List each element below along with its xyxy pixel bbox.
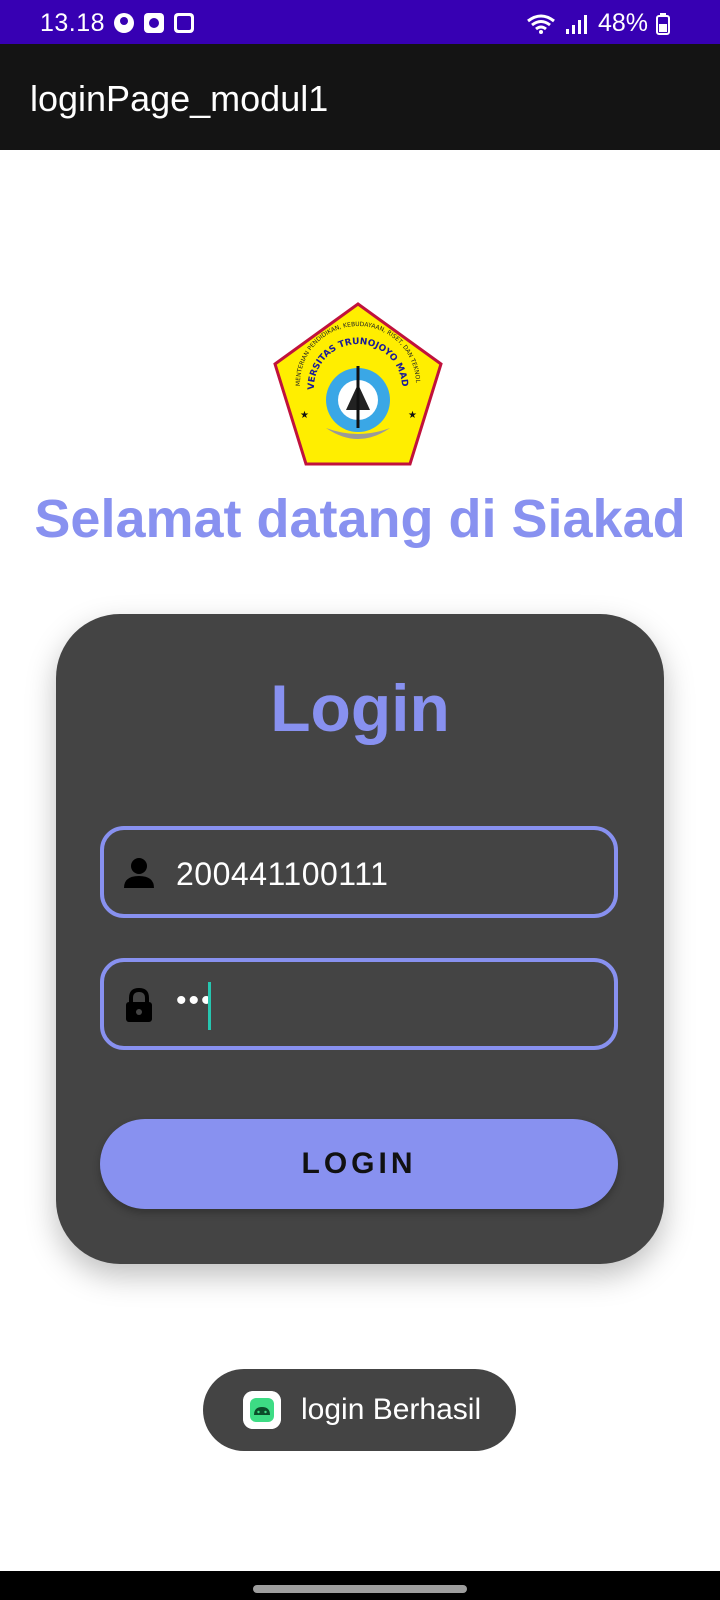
svg-text:★: ★ [408, 410, 417, 421]
battery-percentage: 48% [597, 9, 648, 37]
wifi-icon [527, 14, 555, 34]
person-icon [124, 858, 154, 888]
signal-icon [565, 14, 587, 34]
app-title: loginPage_modul1 [30, 78, 329, 119]
navigation-bar [0, 1571, 720, 1600]
password-field[interactable]: ••• [100, 958, 618, 1050]
university-logo: KEMENTERIAN PENDIDIKAN, KEBUDAYAAN, RISE… [270, 300, 443, 466]
status-time: 13.18 [40, 9, 106, 37]
login-button[interactable]: LOGIN [100, 1119, 618, 1209]
login-card: Login 200441100111 ••• LOGIN [56, 614, 664, 1264]
home-gesture-handle[interactable] [253, 1585, 467, 1593]
battery-icon [656, 12, 670, 35]
android-app-icon [243, 1391, 281, 1429]
status-bar: 13.18 48% [0, 0, 720, 44]
login-title: Login [270, 671, 450, 745]
toast-message: login Berhasil [203, 1369, 516, 1451]
lock-icon [126, 988, 152, 1022]
welcome-heading: Selamat datang di Siakad [34, 489, 686, 549]
clock-icon [144, 13, 164, 33]
gallery-icon [174, 13, 194, 33]
account-icon [114, 13, 134, 33]
app-bar: loginPage_modul1 [0, 44, 720, 150]
username-input[interactable]: 200441100111 [176, 856, 388, 893]
toast-text: login Berhasil [301, 1393, 482, 1426]
system-status: 48% [526, 9, 670, 38]
notification-icons [114, 13, 194, 33]
text-cursor [208, 982, 211, 1030]
svg-text:★: ★ [300, 410, 309, 421]
username-field[interactable]: 200441100111 [100, 826, 618, 918]
